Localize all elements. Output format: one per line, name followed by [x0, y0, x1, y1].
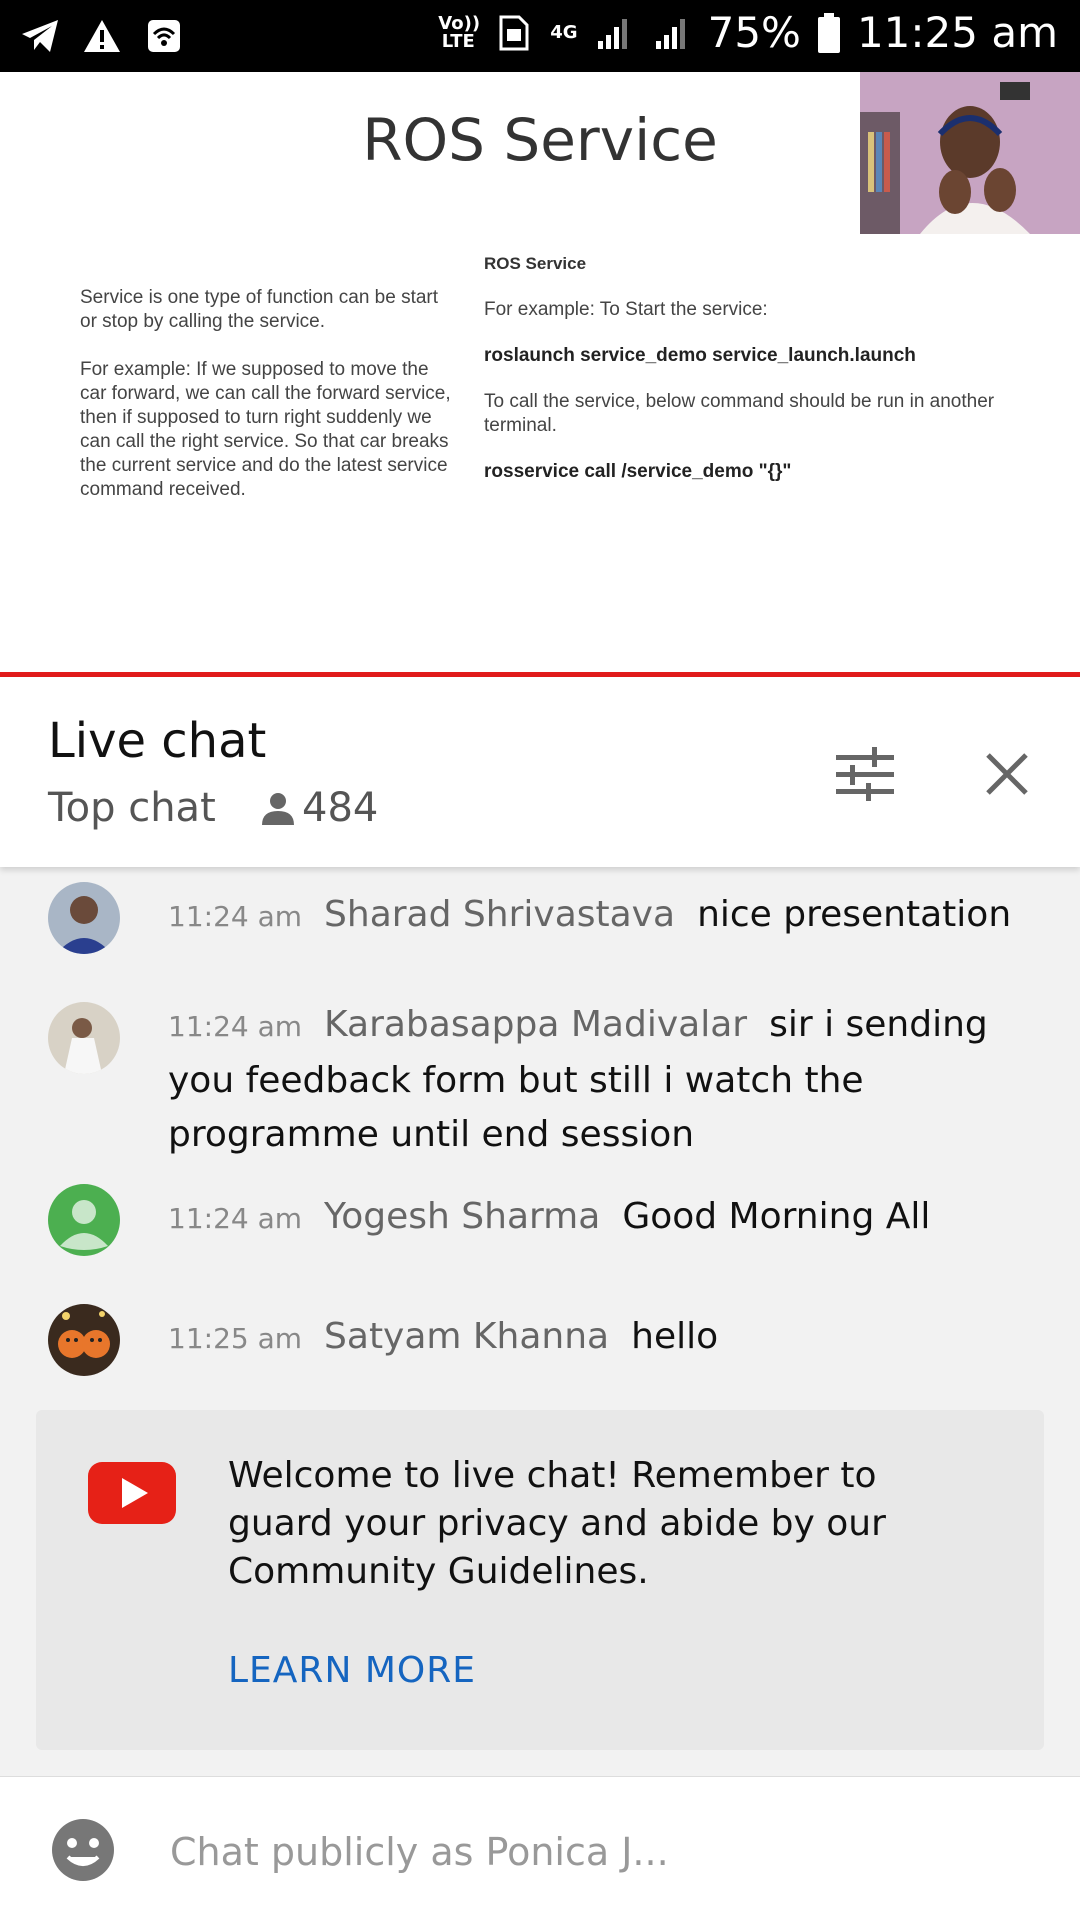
sliders-icon: [836, 747, 894, 801]
emoji-icon: [52, 1819, 114, 1881]
slide-right-column: ROS Service For example: To Start the se…: [484, 252, 1024, 506]
video-player[interactable]: ROS Service Service is one type of funct…: [0, 72, 1080, 672]
chat-mode-selector[interactable]: Top chat: [48, 785, 216, 831]
live-chat-title: Live chat: [48, 713, 267, 769]
welcome-message: Welcome to live chat! Remember to guard …: [228, 1455, 886, 1592]
chat-input[interactable]: [168, 1821, 1032, 1883]
signal-icon: [650, 11, 694, 55]
avatar[interactable]: [48, 882, 120, 954]
message-text: Good Morning All: [622, 1196, 931, 1237]
welcome-card: Welcome to live chat! Remember to guard …: [36, 1410, 1044, 1750]
emoji-button[interactable]: [50, 1817, 116, 1883]
message-author[interactable]: Yogesh Sharma: [324, 1196, 600, 1237]
slide-subheading: ROS Service: [484, 254, 587, 273]
message-author[interactable]: Satyam Khanna: [324, 1316, 609, 1357]
avatar[interactable]: [48, 1304, 120, 1376]
slide-note: To call the service, below command shoul…: [484, 391, 995, 436]
network-type-label: 4G: [550, 21, 578, 43]
learn-more-link[interactable]: LEARN MORE: [228, 1650, 476, 1691]
message-text: hello: [631, 1316, 719, 1357]
message-time: 11:25 am: [168, 1322, 303, 1355]
warning-icon: [80, 14, 124, 58]
chat-input-bar: [0, 1776, 1080, 1921]
viewer-count-value: 484: [302, 785, 379, 831]
message-text: nice presentation: [697, 894, 1012, 935]
youtube-icon: [88, 1462, 176, 1528]
filter-settings-button[interactable]: [830, 739, 900, 809]
avatar[interactable]: [48, 1184, 120, 1256]
slide-command: roslaunch service_demo service_launch.la…: [484, 345, 916, 366]
slide-command: rosservice call /service_demo "{}": [484, 461, 792, 482]
sim-icon: [492, 11, 536, 55]
live-chat-header: Live chat Top chat 484: [0, 677, 1080, 867]
close-chat-button[interactable]: [972, 739, 1042, 809]
slide-paragraph: For example: If we supposed to move the …: [80, 359, 451, 500]
message-author[interactable]: Karabasappa Madivalar: [324, 1004, 747, 1045]
person-icon: [262, 793, 294, 825]
wifi-icon: [142, 14, 186, 58]
viewer-count: 484: [262, 785, 378, 831]
message-author[interactable]: Sharad Shrivastava: [324, 894, 675, 935]
status-bar: Vo)) LTE 4G 75% 11:25 am: [0, 0, 1080, 72]
slide-paragraph: Service is one type of function can be s…: [80, 287, 439, 332]
close-icon: [986, 753, 1028, 795]
message-time: 11:24 am: [168, 1202, 303, 1235]
slide-example: For example: To Start the service:: [484, 299, 768, 320]
message-time: 11:24 am: [168, 1010, 303, 1043]
avatar[interactable]: [48, 1002, 120, 1074]
slide-left-column: Service is one type of function can be s…: [80, 286, 460, 526]
presenter-webcam: [860, 72, 1080, 234]
battery-icon: [815, 11, 843, 55]
volte-indicator: Vo)) LTE: [438, 12, 481, 52]
message-time: 11:24 am: [168, 900, 303, 933]
telegram-icon: [18, 14, 62, 58]
signal-roaming-icon: [592, 11, 636, 55]
clock: 11:25 am: [856, 8, 1058, 57]
battery-percent: 75%: [707, 8, 801, 57]
